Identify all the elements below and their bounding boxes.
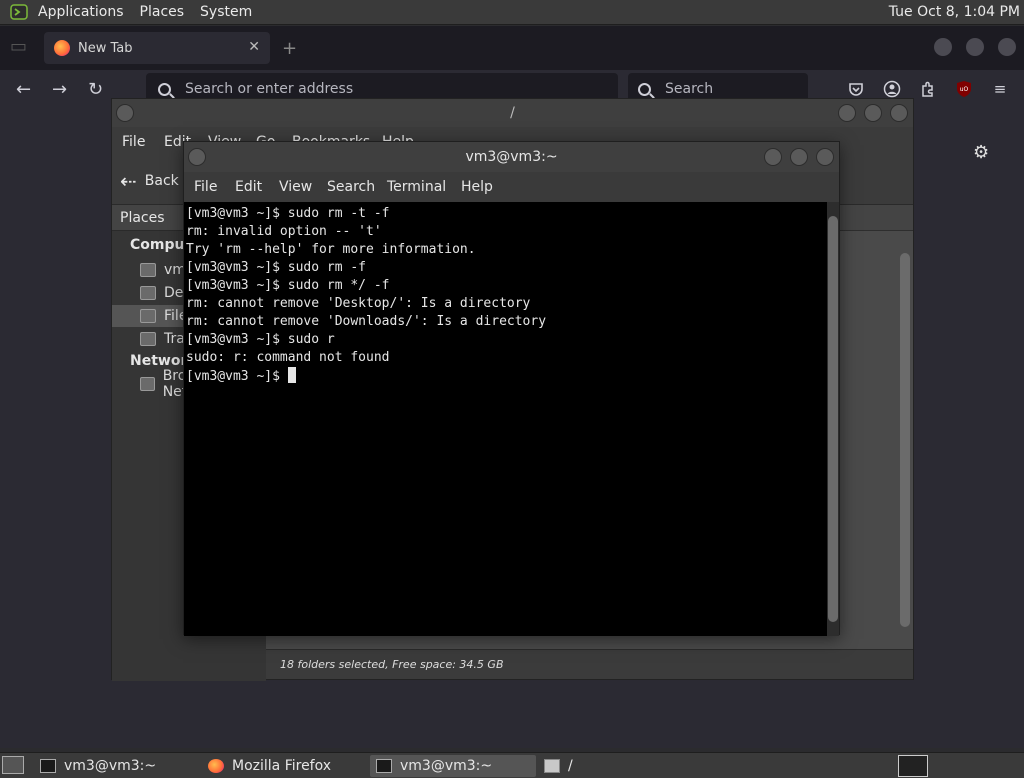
firefox-icon — [54, 40, 70, 56]
menu-hamburger-icon[interactable]: ≡ — [990, 79, 1010, 99]
task-label: vm3@vm3:~ — [400, 758, 493, 774]
close-button[interactable] — [890, 104, 908, 122]
menu-system[interactable]: System — [192, 4, 260, 20]
terminal-prompt-line[interactable]: [vm3@vm3 ~]$ — [186, 367, 825, 386]
maximize-button[interactable] — [864, 104, 882, 122]
folder-icon — [544, 759, 560, 773]
window-menu-button[interactable] — [116, 104, 134, 122]
menu-view[interactable]: View — [279, 179, 312, 195]
back-arrow-icon: ⇠ — [120, 169, 137, 193]
status-bar: 18 folders selected, Free space: 34.5 GB — [266, 649, 913, 679]
close-button[interactable] — [998, 38, 1016, 56]
forward-icon[interactable]: → — [52, 79, 67, 100]
new-tab-icon[interactable]: + — [282, 38, 297, 59]
desktop-icon — [140, 286, 156, 300]
mate-logo-icon[interactable] — [8, 3, 30, 21]
menu-places[interactable]: Places — [132, 4, 193, 20]
terminal-line: [vm3@vm3 ~]$ sudo rm -f — [186, 260, 367, 275]
terminal-window: vm3@vm3:~ File Edit View Search Terminal… — [183, 141, 840, 636]
file-manager-title: / — [112, 99, 913, 127]
close-button[interactable] — [816, 148, 834, 166]
tab-title: New Tab — [78, 40, 133, 56]
scrollbar-thumb[interactable] — [828, 216, 838, 622]
close-tab-icon[interactable]: ✕ — [248, 39, 260, 55]
tab-new-tab[interactable]: New Tab ✕ — [44, 32, 270, 64]
search-icon — [638, 82, 651, 96]
task-label: / — [568, 758, 573, 774]
workspace-switcher[interactable] — [898, 755, 928, 777]
content-scrollbar[interactable] — [899, 235, 911, 647]
back-icon[interactable]: ← — [16, 79, 31, 100]
terminal-output[interactable]: [vm3@vm3 ~]$ sudo rm -t -f rm: invalid o… — [184, 202, 827, 636]
gear-icon[interactable]: ⚙ — [973, 142, 989, 163]
home-icon — [140, 263, 156, 277]
drive-icon — [140, 309, 156, 323]
terminal-icon — [40, 759, 56, 773]
task-firefox[interactable]: Mozilla Firefox — [202, 755, 362, 777]
text-cursor — [287, 367, 296, 383]
top-panel: Applications Places System Tue Oct 8, 1:… — [0, 0, 1024, 25]
reload-icon[interactable]: ↻ — [88, 79, 103, 100]
svg-text:uO: uO — [960, 86, 969, 93]
task-terminal-2[interactable]: vm3@vm3:~ — [370, 755, 536, 777]
menu-help[interactable]: Help — [461, 179, 493, 195]
maximize-button[interactable] — [966, 38, 984, 56]
terminal-line: [vm3@vm3 ~]$ sudo r — [186, 332, 335, 347]
workspace-4[interactable] — [996, 755, 1024, 777]
menu-terminal[interactable]: Terminal — [387, 179, 446, 195]
terminal-scrollbar[interactable] — [827, 202, 839, 636]
menu-search[interactable]: Search — [327, 179, 375, 195]
terminal-line: rm: cannot remove 'Downloads/': Is a dir… — [186, 314, 547, 329]
firefox-icon — [208, 759, 224, 773]
trash-icon — [140, 332, 156, 346]
terminal-prompt: [vm3@vm3 ~]$ — [186, 369, 288, 384]
tab-list-icon[interactable]: ▭ — [10, 36, 27, 57]
minimize-button[interactable] — [764, 148, 782, 166]
task-label: Mozilla Firefox — [232, 758, 332, 774]
task-file-manager[interactable]: / — [538, 755, 698, 777]
firefox-tab-bar: ▭ New Tab ✕ + — [0, 26, 1024, 70]
terminal-line: rm: invalid option -- 't' — [186, 224, 382, 239]
terminal-line: [vm3@vm3 ~]$ sudo rm -t -f — [186, 206, 390, 221]
ublock-origin-icon[interactable]: uO — [954, 79, 974, 99]
account-icon[interactable] — [882, 79, 902, 99]
menu-file[interactable]: File — [194, 179, 217, 195]
back-label: Back — [144, 173, 179, 189]
window-menu-button[interactable] — [188, 148, 206, 166]
panel-menu-bar: Applications Places System — [0, 0, 260, 25]
extensions-icon[interactable] — [918, 79, 938, 99]
network-icon — [140, 377, 155, 391]
search-placeholder: Search — [665, 81, 714, 97]
terminal-line: Try 'rm --help' for more information. — [186, 242, 476, 257]
task-terminal-1[interactable]: vm3@vm3:~ — [34, 755, 194, 777]
bottom-panel: vm3@vm3:~ Mozilla Firefox vm3@vm3:~ / — [0, 752, 1024, 778]
menu-applications[interactable]: Applications — [30, 4, 132, 20]
show-desktop-icon[interactable] — [2, 756, 24, 774]
scrollbar-thumb[interactable] — [900, 253, 910, 627]
terminal-line: sudo: r: command not found — [186, 350, 390, 365]
menu-edit[interactable]: Edit — [235, 179, 262, 195]
back-button[interactable]: ⇠ Back — [120, 169, 179, 193]
terminal-line: [vm3@vm3 ~]$ sudo rm */ -f — [186, 278, 390, 293]
search-icon — [158, 82, 171, 96]
terminal-line: rm: cannot remove 'Desktop/': Is a direc… — [186, 296, 531, 311]
url-placeholder: Search or enter address — [185, 81, 354, 97]
terminal-menubar: File Edit View Search Terminal Help — [184, 172, 839, 202]
workspace-3[interactable] — [966, 755, 996, 777]
workspace-2[interactable] — [934, 755, 964, 777]
terminal-title: vm3@vm3:~ — [184, 142, 839, 172]
terminal-icon — [376, 759, 392, 773]
clock[interactable]: Tue Oct 8, 1:04 PM — [889, 0, 1020, 25]
pocket-icon[interactable] — [846, 79, 866, 99]
menu-file[interactable]: File — [122, 134, 145, 150]
minimize-button[interactable] — [934, 38, 952, 56]
minimize-button[interactable] — [838, 104, 856, 122]
maximize-button[interactable] — [790, 148, 808, 166]
task-label: vm3@vm3:~ — [64, 758, 157, 774]
